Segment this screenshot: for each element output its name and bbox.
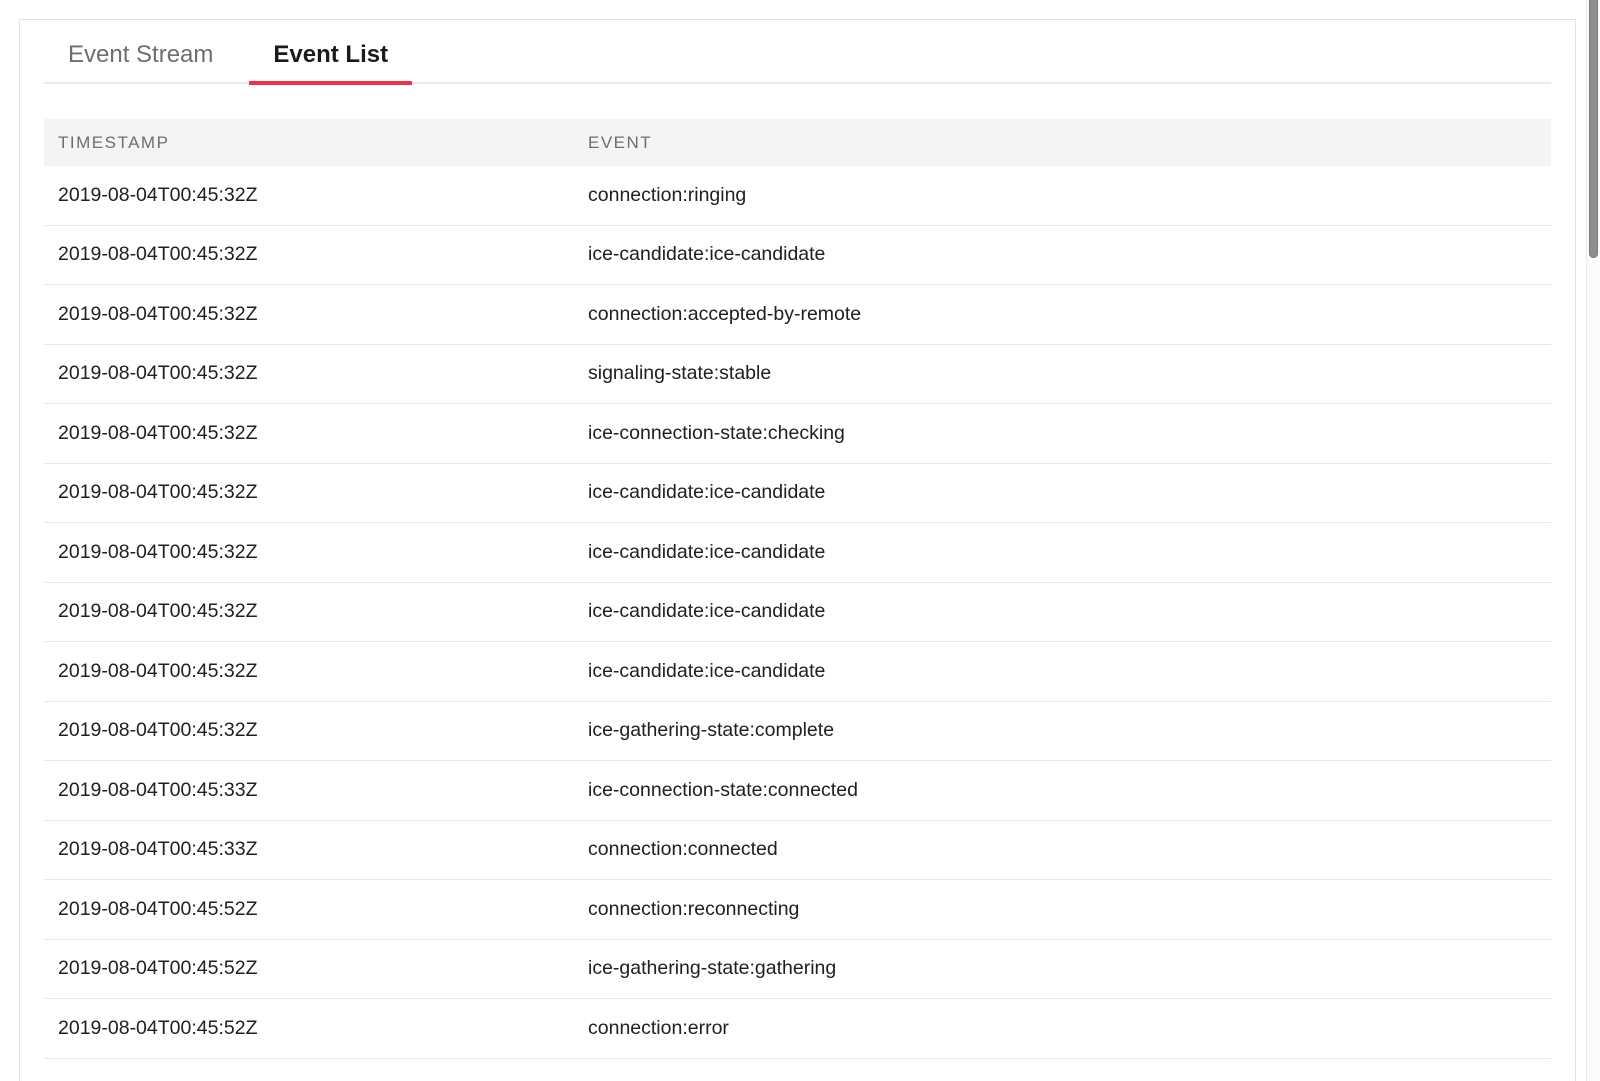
event-cell: ice-gathering-state:complete <box>574 719 1551 742</box>
timestamp-cell: 2019-08-04T00:45:32Z <box>44 541 574 564</box>
timestamp-cell: 2019-08-04T00:45:32Z <box>44 481 574 504</box>
event-cell: ice-connection-state:checking <box>574 422 1551 445</box>
event-cell: connection:reconnecting <box>574 898 1551 921</box>
timestamp-cell: 2019-08-04T00:45:52Z <box>44 898 574 921</box>
event-table: TIMESTAMP EVENT 2019-08-04T00:45:32Z con… <box>44 119 1551 1059</box>
table-row: 2019-08-04T00:45:32Z ice-candidate:ice-c… <box>44 226 1551 286</box>
table-row: 2019-08-04T00:45:32Z ice-candidate:ice-c… <box>44 642 1551 702</box>
table-row: 2019-08-04T00:45:32Z ice-candidate:ice-c… <box>44 523 1551 583</box>
tab-event-stream[interactable]: Event Stream <box>44 41 237 82</box>
timestamp-cell: 2019-08-04T00:45:32Z <box>44 243 574 266</box>
event-cell: ice-candidate:ice-candidate <box>574 243 1551 266</box>
timestamp-cell: 2019-08-04T00:45:32Z <box>44 303 574 326</box>
table-row: 2019-08-04T00:45:52Z connection:error <box>44 999 1551 1059</box>
table-row: 2019-08-04T00:45:32Z ice-connection-stat… <box>44 404 1551 464</box>
event-cell: ice-candidate:ice-candidate <box>574 481 1551 504</box>
table-row: 2019-08-04T00:45:32Z signaling-state:sta… <box>44 345 1551 405</box>
event-cell: connection:error <box>574 1017 1551 1040</box>
event-cell: connection:connected <box>574 838 1551 861</box>
table-row: 2019-08-04T00:45:32Z connection:accepted… <box>44 285 1551 345</box>
event-cell: connection:accepted-by-remote <box>574 303 1551 326</box>
scrollbar-track[interactable] <box>1586 0 1600 1081</box>
timestamp-cell: 2019-08-04T00:45:33Z <box>44 779 574 802</box>
timestamp-cell: 2019-08-04T00:45:32Z <box>44 660 574 683</box>
event-cell: ice-candidate:ice-candidate <box>574 541 1551 564</box>
timestamp-cell: 2019-08-04T00:45:52Z <box>44 957 574 980</box>
table-row: 2019-08-04T00:45:32Z ice-candidate:ice-c… <box>44 464 1551 524</box>
event-cell: ice-candidate:ice-candidate <box>574 600 1551 623</box>
table-row: 2019-08-04T00:45:33Z connection:connecte… <box>44 821 1551 881</box>
table-header: TIMESTAMP EVENT <box>44 119 1551 166</box>
event-cell: signaling-state:stable <box>574 362 1551 385</box>
table-row: 2019-08-04T00:45:32Z connection:ringing <box>44 166 1551 226</box>
tab-bar: Event Stream Event List <box>44 41 1551 84</box>
timestamp-cell: 2019-08-04T00:45:32Z <box>44 600 574 623</box>
table-row: 2019-08-04T00:45:52Z ice-gathering-state… <box>44 940 1551 1000</box>
event-cell: ice-connection-state:connected <box>574 779 1551 802</box>
table-row: 2019-08-04T00:45:52Z connection:reconnec… <box>44 880 1551 940</box>
table-body: 2019-08-04T00:45:32Z connection:ringing … <box>44 166 1551 1059</box>
timestamp-cell: 2019-08-04T00:45:32Z <box>44 719 574 742</box>
tab-event-list[interactable]: Event List <box>249 41 412 82</box>
timestamp-cell: 2019-08-04T00:45:32Z <box>44 362 574 385</box>
event-cell: connection:ringing <box>574 184 1551 207</box>
column-header-event: EVENT <box>574 133 1551 153</box>
event-monitor-card: Event Stream Event List TIMESTAMP EVENT … <box>19 19 1576 1081</box>
event-cell: ice-candidate:ice-candidate <box>574 660 1551 683</box>
table-row: 2019-08-04T00:45:32Z ice-gathering-state… <box>44 702 1551 762</box>
timestamp-cell: 2019-08-04T00:45:33Z <box>44 838 574 861</box>
page: Event Stream Event List TIMESTAMP EVENT … <box>0 0 1600 1081</box>
scrollbar-thumb[interactable] <box>1589 0 1598 258</box>
column-header-timestamp: TIMESTAMP <box>44 133 574 153</box>
timestamp-cell: 2019-08-04T00:45:32Z <box>44 184 574 207</box>
table-row: 2019-08-04T00:45:32Z ice-candidate:ice-c… <box>44 583 1551 643</box>
timestamp-cell: 2019-08-04T00:45:32Z <box>44 422 574 445</box>
table-row: 2019-08-04T00:45:33Z ice-connection-stat… <box>44 761 1551 821</box>
event-cell: ice-gathering-state:gathering <box>574 957 1551 980</box>
timestamp-cell: 2019-08-04T00:45:52Z <box>44 1017 574 1040</box>
